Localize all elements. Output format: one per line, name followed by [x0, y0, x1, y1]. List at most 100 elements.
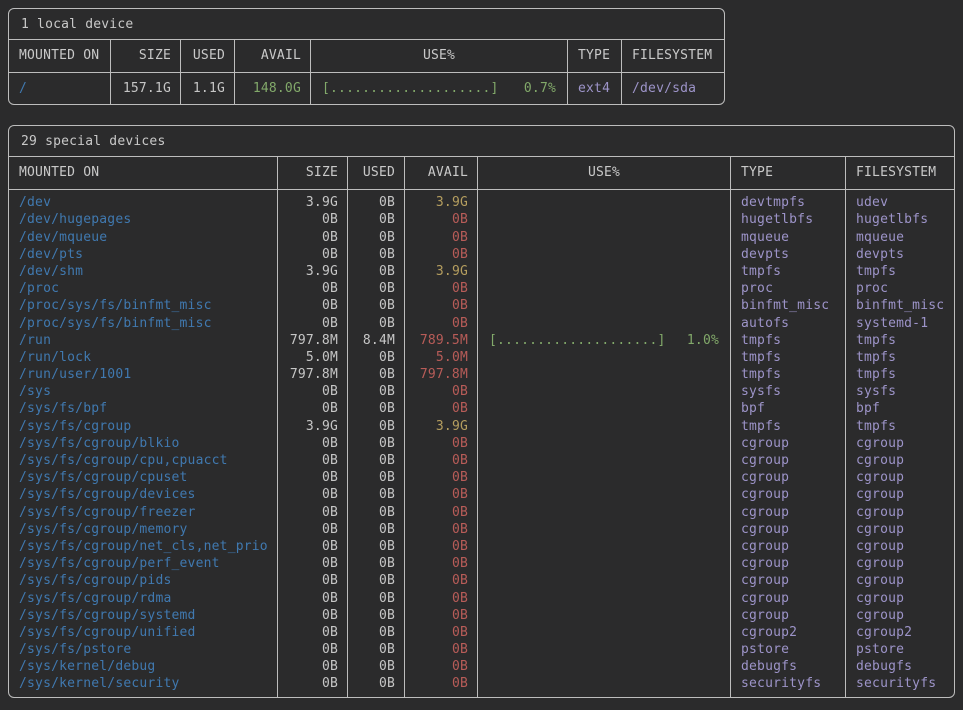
use-cell — [478, 624, 730, 641]
fs-cell: udev — [846, 194, 954, 211]
mount-cell: /sys/fs/cgroup/unified — [9, 624, 277, 641]
used-cell: 0B — [348, 315, 404, 332]
use-cell — [478, 297, 730, 314]
col-size: 3.9G0B0B0B3.9G0B0B0B797.8M5.0M797.8M0B0B… — [278, 190, 348, 696]
used-cell: 0B — [348, 504, 404, 521]
col-header-type: TYPE — [731, 157, 846, 189]
fs-cell: cgroup — [846, 572, 954, 589]
mount-cell: /sys/kernel/security — [9, 675, 277, 692]
avail-cell: 0B — [405, 555, 477, 572]
type-cell: pstore — [731, 641, 845, 658]
fs-cell: devpts — [846, 246, 954, 263]
mount-cell: /sys/kernel/debug — [9, 658, 277, 675]
size-cell: 157.1G — [111, 80, 180, 97]
type-cell: cgroup — [731, 452, 845, 469]
use-cell — [478, 263, 730, 280]
type-cell: cgroup — [731, 590, 845, 607]
used-cell: 0B — [348, 452, 404, 469]
avail-cell: 0B — [405, 504, 477, 521]
use-cell — [478, 469, 730, 486]
usage-bar: [....................] — [322, 80, 499, 97]
type-cell: securityfs — [731, 675, 845, 692]
mount-cell: /dev/hugepages — [9, 211, 277, 228]
fs-cell: mqueue — [846, 229, 954, 246]
used-cell: 0B — [348, 280, 404, 297]
size-cell: 0B — [278, 675, 347, 692]
used-cell: 0B — [348, 521, 404, 538]
mount-cell: /sys/fs/cgroup/freezer — [9, 504, 277, 521]
use-cell — [478, 229, 730, 246]
fs-cell: cgroup — [846, 521, 954, 538]
type-cell: hugetlbfs — [731, 211, 845, 228]
fs-cell: cgroup — [846, 504, 954, 521]
mount-cell: /sys/fs/cgroup — [9, 418, 277, 435]
fs-cell: bpf — [846, 400, 954, 417]
avail-cell: 3.9G — [405, 418, 477, 435]
avail-cell: 0B — [405, 211, 477, 228]
col-header-fs: FILESYSTEM — [622, 40, 724, 72]
avail-cell: 797.8M — [405, 366, 477, 383]
avail-cell: 0B — [405, 400, 477, 417]
mount-cell: /sys/fs/cgroup/net_cls,net_prio — [9, 538, 277, 555]
avail-cell: 0B — [405, 229, 477, 246]
use-cell — [478, 280, 730, 297]
mount-cell: /sys/fs/cgroup/systemd — [9, 607, 277, 624]
fs-cell: cgroup — [846, 538, 954, 555]
col-header-fs: FILESYSTEM — [846, 157, 954, 189]
use-cell — [478, 349, 730, 366]
avail-cell: 789.5M — [405, 332, 477, 349]
col-mount: / — [9, 73, 111, 104]
type-cell: cgroup2 — [731, 624, 845, 641]
size-cell: 0B — [278, 280, 347, 297]
size-cell: 0B — [278, 521, 347, 538]
mount-cell: /sys/fs/cgroup/rdma — [9, 590, 277, 607]
used-cell: 0B — [348, 486, 404, 503]
used-cell: 0B — [348, 675, 404, 692]
fs-cell: proc — [846, 280, 954, 297]
fs-cell: /dev/sda — [622, 80, 724, 97]
size-cell: 0B — [278, 469, 347, 486]
usage-percent: 1.0% — [687, 332, 719, 349]
size-cell: 0B — [278, 658, 347, 675]
size-cell: 0B — [278, 452, 347, 469]
col-header-used: USED — [181, 40, 235, 72]
mount-cell: /sys/fs/cgroup/blkio — [9, 435, 277, 452]
size-cell: 0B — [278, 572, 347, 589]
type-cell: cgroup — [731, 469, 845, 486]
size-cell: 0B — [278, 229, 347, 246]
size-cell: 0B — [278, 607, 347, 624]
fs-cell: cgroup — [846, 469, 954, 486]
fs-cell: cgroup — [846, 452, 954, 469]
type-cell: tmpfs — [731, 332, 845, 349]
avail-cell: 0B — [405, 641, 477, 658]
mount-cell: / — [9, 80, 110, 97]
fs-cell: sysfs — [846, 383, 954, 400]
fs-cell: systemd-1 — [846, 315, 954, 332]
fs-cell: cgroup — [846, 590, 954, 607]
size-cell: 0B — [278, 486, 347, 503]
size-cell: 0B — [278, 383, 347, 400]
used-cell: 0B — [348, 383, 404, 400]
used-cell: 0B — [348, 469, 404, 486]
size-cell: 0B — [278, 590, 347, 607]
col-header-mount: MOUNTED ON — [9, 157, 278, 189]
type-cell: cgroup — [731, 504, 845, 521]
avail-cell: 0B — [405, 452, 477, 469]
use-cell — [478, 452, 730, 469]
size-cell: 3.9G — [278, 263, 347, 280]
avail-cell: 0B — [405, 246, 477, 263]
size-cell: 5.0M — [278, 349, 347, 366]
fs-cell: cgroup — [846, 555, 954, 572]
use-cell — [478, 555, 730, 572]
size-cell: 0B — [278, 211, 347, 228]
used-cell: 8.4M — [348, 332, 404, 349]
size-cell: 0B — [278, 246, 347, 263]
col-used: 0B0B0B0B0B0B0B0B8.4M0B0B0B0B0B0B0B0B0B0B… — [348, 190, 405, 696]
col-header-mount: MOUNTED ON — [9, 40, 111, 72]
size-cell: 0B — [278, 624, 347, 641]
use-cell — [478, 366, 730, 383]
mount-cell: /sys/fs/cgroup/cpu,cpuacct — [9, 452, 277, 469]
type-cell: devpts — [731, 246, 845, 263]
mount-cell: /dev — [9, 194, 277, 211]
size-cell: 0B — [278, 315, 347, 332]
